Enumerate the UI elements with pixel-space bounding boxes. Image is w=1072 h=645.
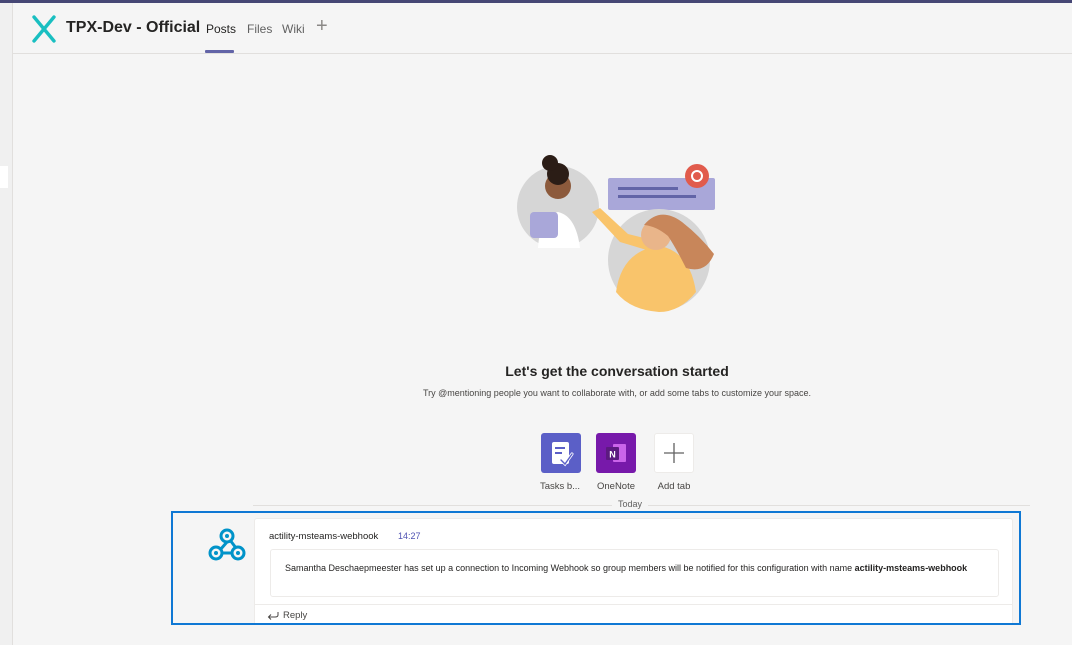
team-name: TPX-Dev - Official [66,19,201,36]
date-divider-label: Today [612,499,649,509]
tab-posts[interactable]: Posts [206,22,236,36]
onenote-icon: N [606,444,626,462]
tasks-icon [552,442,574,467]
left-rail [0,3,13,645]
active-tab-indicator [205,50,234,53]
svg-text:N: N [609,450,616,460]
plus-icon [664,443,684,463]
onenote-app-button[interactable]: N [596,433,636,473]
add-tab-label: Add tab [657,481,691,492]
add-tab-plus-icon[interactable]: + [316,16,328,36]
add-tab-button[interactable] [654,433,694,473]
tasks-app-button[interactable] [541,433,581,473]
onenote-app-label: OneNote [596,481,636,492]
tab-wiki[interactable]: Wiki [282,22,305,36]
conversation-illustration [517,155,715,312]
hero-title: Let's get the conversation started [505,363,729,379]
hero-subtitle: Try @mentioning people you want to colla… [422,388,811,398]
tab-files[interactable]: Files [247,22,272,36]
rail-indicator [0,166,8,188]
tpx-x-logo-icon [32,15,56,43]
selection-highlight [171,511,1021,625]
channel-header: TPX-Dev - Official Posts Files Wiki + [13,3,1072,54]
tasks-app-label: Tasks b... [539,481,581,492]
